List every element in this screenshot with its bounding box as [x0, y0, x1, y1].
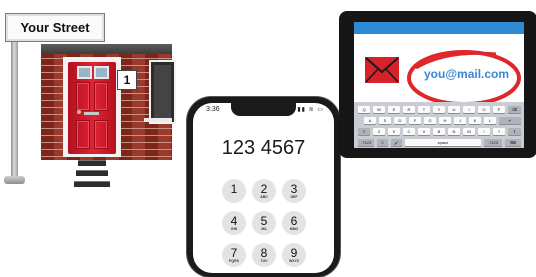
keypad-key-8[interactable]: 8 TUV: [252, 243, 276, 267]
envelope-icon: [365, 57, 399, 83]
smartphone: 3:36 ▮▮ ≋ ▭ 123 4567 1 2 ABC 3 DEF 4 GHI…: [187, 97, 340, 277]
door-glass-left: [77, 66, 92, 79]
kb-key-question[interactable]: ?: [493, 128, 505, 135]
kb-key-u[interactable]: U: [448, 106, 460, 113]
letterbox: [84, 112, 99, 115]
key-digit: 7: [230, 246, 238, 260]
house-number: 1: [123, 73, 131, 87]
kb-key-z[interactable]: Z: [373, 128, 385, 135]
kb-key-x[interactable]: X: [388, 128, 400, 135]
house-number-plate: 1: [117, 70, 137, 90]
keypad-key-9[interactable]: 9 WXYZ: [282, 243, 306, 267]
keypad-key-1[interactable]: 1: [222, 179, 246, 203]
kb-key-t[interactable]: T: [418, 106, 430, 113]
key-letters: DEF: [290, 195, 298, 199]
kb-key-a[interactable]: A: [364, 117, 376, 124]
door-panel: [76, 120, 90, 149]
kb-key-p[interactable]: P: [493, 106, 505, 113]
kb-key-space[interactable]: space: [405, 139, 481, 146]
keypad-key-4[interactable]: 4 GHI: [222, 211, 246, 235]
phone-notch: [231, 103, 296, 116]
kb-key-k[interactable]: K: [469, 117, 481, 124]
keypad-key-3[interactable]: 3 DEF: [282, 179, 306, 203]
kb-key-d[interactable]: D: [394, 117, 406, 124]
kb-key-emoji[interactable]: ☺: [377, 139, 388, 146]
kb-key-e[interactable]: E: [388, 106, 400, 113]
key-letters: ABC: [260, 195, 268, 199]
keypad-key-7[interactable]: 7 PQRS: [222, 243, 246, 267]
kb-key-microphone[interactable]: 🎤: [391, 139, 402, 146]
kb-key-c[interactable]: C: [403, 128, 415, 135]
kb-key-i[interactable]: I: [463, 106, 475, 113]
kb-key-n[interactable]: N: [448, 128, 460, 135]
status-time: 3:36: [206, 106, 220, 113]
key-digit: 1: [230, 182, 238, 196]
window-sill: [144, 118, 172, 122]
tablet: you@mail.com Q W E R T Y U I O P ⌫ A S D…: [339, 11, 536, 158]
keypad-key-6[interactable]: 6 MNO: [282, 211, 306, 235]
kb-key-v[interactable]: V: [418, 128, 430, 135]
key-letters: MNO: [289, 227, 299, 231]
kb-key-q[interactable]: Q: [358, 106, 370, 113]
kb-key-o[interactable]: O: [478, 106, 490, 113]
kb-key-l[interactable]: L: [484, 117, 496, 124]
door-panel: [76, 82, 90, 111]
key-letters: WXYZ: [288, 259, 300, 263]
door-glass-right: [94, 66, 109, 79]
key-letters: TUV: [260, 259, 268, 263]
street-sign-text: Your Street: [20, 20, 90, 35]
keypad-key-2[interactable]: 2 ABC: [252, 179, 276, 203]
dialed-number: 123 4567: [221, 137, 306, 159]
door-knob: [77, 110, 81, 114]
key-digit: 5: [260, 214, 268, 228]
key-digit: 4: [230, 214, 238, 228]
on-screen-keyboard: Q W E R T Y U I O P ⌫ A S D F G H J K L …: [354, 102, 524, 148]
kb-key-numbers-right[interactable]: .?123: [484, 139, 502, 146]
kb-key-exclaim[interactable]: !: [478, 128, 490, 135]
status-icons: ▮▮ ≋ ▭: [297, 107, 324, 113]
kb-key-h[interactable]: H: [439, 117, 451, 124]
email-address: you@mail.com: [424, 67, 510, 81]
sign-pole: [11, 24, 18, 182]
kb-key-r[interactable]: R: [403, 106, 415, 113]
street-sign: Your Street: [5, 13, 105, 42]
key-letters: PQRS: [229, 259, 239, 263]
kb-key-shift-left[interactable]: ⇧: [358, 128, 370, 135]
door-panel: [94, 82, 108, 111]
house-roof: [41, 44, 172, 54]
keypad-key-5[interactable]: 5 JKL: [252, 211, 276, 235]
app-top-bar: [354, 22, 524, 34]
key-digit: 6: [290, 214, 298, 228]
house-window: [149, 60, 176, 124]
kb-key-b[interactable]: B: [433, 128, 445, 135]
tablet-screen: you@mail.com Q W E R T Y U I O P ⌫ A S D…: [354, 22, 524, 148]
kb-key-y[interactable]: Y: [433, 106, 445, 113]
key-digit: 8: [260, 246, 268, 260]
kb-key-return[interactable]: ↵: [499, 117, 521, 124]
kb-key-s[interactable]: S: [379, 117, 391, 124]
kb-key-hide-keyboard[interactable]: ⌨: [505, 139, 521, 146]
door-panel: [94, 120, 108, 149]
kb-key-backspace[interactable]: ⌫: [508, 106, 521, 113]
phone-screen: 3:36 ▮▮ ≋ ▭ 123 4567 1 2 ABC 3 DEF 4 GHI…: [193, 103, 334, 273]
key-digit: 9: [290, 246, 298, 260]
kb-key-numbers-left[interactable]: .?123: [358, 139, 374, 146]
stepping-stone: [76, 170, 108, 176]
stepping-stone: [78, 160, 106, 166]
key-digit: 2: [260, 182, 268, 196]
stepping-stone: [74, 181, 110, 187]
front-door: [68, 62, 116, 154]
key-digit: 3: [290, 182, 298, 196]
kb-key-m[interactable]: M: [463, 128, 475, 135]
kb-key-shift-right[interactable]: ⇧: [508, 128, 521, 135]
key-letters: GHI: [230, 227, 238, 231]
kb-key-j[interactable]: J: [454, 117, 466, 124]
key-letters: JKL: [260, 227, 268, 231]
kb-key-w[interactable]: W: [373, 106, 385, 113]
kb-key-g[interactable]: G: [424, 117, 436, 124]
sign-pole-base: [4, 176, 25, 184]
kb-key-f[interactable]: F: [409, 117, 421, 124]
